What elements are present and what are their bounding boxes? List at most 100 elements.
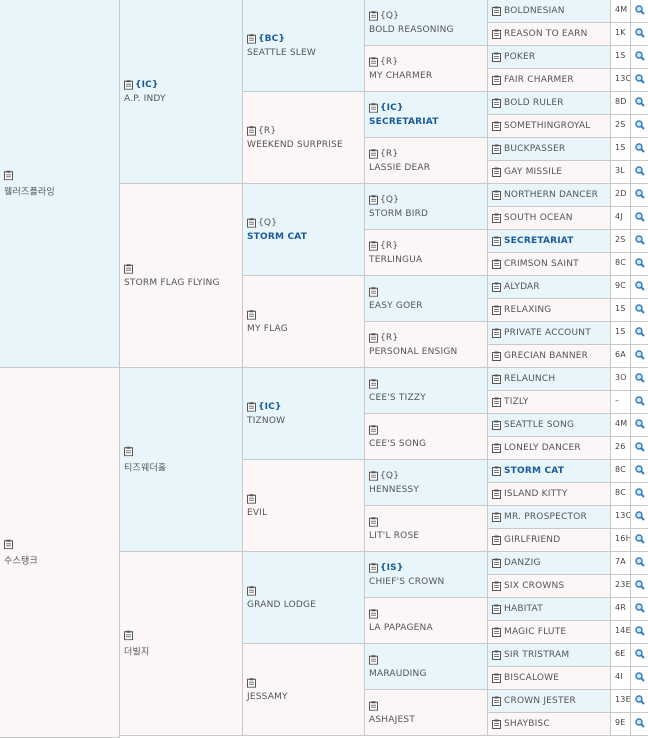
horse-cell-gen1[interactable]: 웰러즈플라잉 — [0, 0, 120, 368]
magnifier-icon[interactable] — [634, 579, 645, 593]
clipboard-icon[interactable] — [247, 493, 256, 504]
horse-name-link[interactable]: PERSONAL ENSIGN — [369, 347, 485, 357]
search-cell[interactable] — [631, 115, 648, 138]
clipboard-icon[interactable] — [492, 512, 501, 522]
clipboard-icon[interactable] — [369, 194, 378, 205]
horse-name-link[interactable]: TIZLY — [504, 397, 529, 407]
horse-name-link[interactable]: MARAUDING — [369, 669, 485, 679]
magnifier-icon[interactable] — [634, 119, 645, 133]
horse-name-link[interactable]: SEATTLE SONG — [504, 420, 574, 430]
clipboard-icon[interactable] — [369, 424, 378, 435]
clipboard-icon[interactable] — [369, 378, 378, 389]
search-cell[interactable] — [631, 667, 648, 690]
horse-name-link[interactable]: STORM CAT — [247, 232, 362, 242]
horse-cell-gen5[interactable]: GAY MISSILE — [488, 161, 611, 184]
magnifier-icon[interactable] — [634, 671, 645, 685]
horse-name-link[interactable]: RELAXING — [504, 305, 551, 315]
clipboard-icon[interactable] — [369, 562, 378, 573]
magnifier-icon[interactable] — [634, 96, 645, 110]
clipboard-icon[interactable] — [492, 305, 501, 315]
magnifier-icon[interactable] — [634, 602, 645, 616]
horse-cell-gen5[interactable]: BOLD RULER — [488, 92, 611, 115]
search-cell[interactable] — [631, 713, 648, 736]
horse-cell-gen2[interactable]: {IC} A.P. INDY — [120, 0, 243, 184]
horse-name-link[interactable]: SOMETHINGROYAL — [504, 121, 591, 131]
horse-cell-gen3[interactable]: EVIL — [243, 460, 365, 552]
horse-name-link[interactable]: PRIVATE ACCOUNT — [504, 328, 591, 338]
search-cell[interactable] — [631, 483, 648, 506]
horse-cell-gen5[interactable]: SOMETHINGROYAL — [488, 115, 611, 138]
horse-cell-gen5[interactable]: REASON TO EARN — [488, 23, 611, 46]
horse-name-link[interactable]: 티즈웨더홀 — [124, 460, 240, 473]
horse-cell-gen5[interactable]: RELAXING — [488, 299, 611, 322]
horse-cell-gen3[interactable]: JESSAMY — [243, 644, 365, 736]
horse-cell-gen5[interactable]: BUCKPASSER — [488, 138, 611, 161]
magnifier-icon[interactable] — [634, 27, 645, 41]
search-cell[interactable] — [631, 368, 648, 391]
magnifier-icon[interactable] — [634, 349, 645, 363]
horse-name-link[interactable]: 웰러즈플라잉 — [4, 184, 117, 197]
magnifier-icon[interactable] — [634, 464, 645, 478]
horse-name-link[interactable]: 더빌지 — [124, 644, 240, 657]
magnifier-icon[interactable] — [634, 73, 645, 87]
clipboard-icon[interactable] — [492, 190, 501, 200]
clipboard-icon[interactable] — [492, 489, 501, 499]
horse-name-link[interactable]: BOLD RULER — [504, 98, 564, 108]
search-cell[interactable] — [631, 690, 648, 713]
horse-cell-gen5[interactable]: RELAUNCH — [488, 368, 611, 391]
horse-name-link[interactable]: CRIMSON SAINT — [504, 259, 579, 269]
clipboard-icon[interactable] — [369, 56, 378, 67]
horse-name-link[interactable]: DANZIG — [504, 558, 541, 568]
magnifier-icon[interactable] — [634, 395, 645, 409]
horse-cell-gen3[interactable]: MY FLAG — [243, 276, 365, 368]
clipboard-icon[interactable] — [369, 700, 378, 711]
clipboard-icon[interactable] — [492, 650, 501, 660]
horse-cell-gen5[interactable]: CROWN JESTER — [488, 690, 611, 713]
search-cell[interactable] — [631, 46, 648, 69]
horse-cell-gen4[interactable]: MARAUDING — [365, 644, 488, 690]
clipboard-icon[interactable] — [369, 516, 378, 527]
search-cell[interactable] — [631, 529, 648, 552]
horse-cell-gen3[interactable]: {Q} STORM CAT — [243, 184, 365, 276]
horse-name-link[interactable]: EASY GOER — [369, 301, 485, 311]
search-cell[interactable] — [631, 230, 648, 253]
clipboard-icon[interactable] — [492, 6, 501, 16]
horse-cell-gen4[interactable]: CEE'S TIZZY — [365, 368, 488, 414]
clipboard-icon[interactable] — [492, 98, 501, 108]
clipboard-icon[interactable] — [369, 654, 378, 665]
horse-name-link[interactable]: BISCALOWE — [504, 673, 559, 683]
horse-cell-gen5[interactable]: POKER — [488, 46, 611, 69]
clipboard-icon[interactable] — [492, 397, 501, 407]
horse-cell-gen4[interactable]: {Q} HENNESSY — [365, 460, 488, 506]
horse-name-link[interactable]: CHIEF'S CROWN — [369, 577, 485, 587]
horse-name-link[interactable]: CROWN JESTER — [504, 696, 576, 706]
horse-cell-gen5[interactable]: MAGIC FLUTE — [488, 621, 611, 644]
horse-name-link[interactable]: LIT'L ROSE — [369, 531, 485, 541]
horse-name-link[interactable]: SIR TRISTRAM — [504, 650, 569, 660]
magnifier-icon[interactable] — [634, 303, 645, 317]
clipboard-icon[interactable] — [4, 170, 13, 180]
horse-name-link[interactable]: ASHAJEST — [369, 715, 485, 725]
search-cell[interactable] — [631, 414, 648, 437]
horse-name-link[interactable]: SHAYBISC — [504, 719, 550, 729]
clipboard-icon[interactable] — [492, 581, 501, 591]
clipboard-icon[interactable] — [369, 240, 378, 251]
magnifier-icon[interactable] — [634, 556, 645, 570]
horse-name-link[interactable]: GRAND LODGE — [247, 600, 362, 610]
horse-name-link[interactable]: BUCKPASSER — [504, 144, 565, 154]
horse-cell-gen5[interactable]: HABITAT — [488, 598, 611, 621]
horse-cell-gen3[interactable]: {IC} TIZNOW — [243, 368, 365, 460]
horse-cell-gen5[interactable]: CRIMSON SAINT — [488, 253, 611, 276]
horse-cell-gen5[interactable]: ALYDAR — [488, 276, 611, 299]
magnifier-icon[interactable] — [634, 4, 645, 18]
search-cell[interactable] — [631, 644, 648, 667]
magnifier-icon[interactable] — [634, 188, 645, 202]
search-cell[interactable] — [631, 575, 648, 598]
clipboard-icon[interactable] — [492, 52, 501, 62]
search-cell[interactable] — [631, 69, 648, 92]
clipboard-icon[interactable] — [247, 125, 256, 136]
horse-cell-gen2[interactable]: 티즈웨더홀 — [120, 368, 243, 552]
horse-name-link[interactable]: HABITAT — [504, 604, 543, 614]
magnifier-icon[interactable] — [634, 694, 645, 708]
clipboard-icon[interactable] — [492, 282, 501, 292]
